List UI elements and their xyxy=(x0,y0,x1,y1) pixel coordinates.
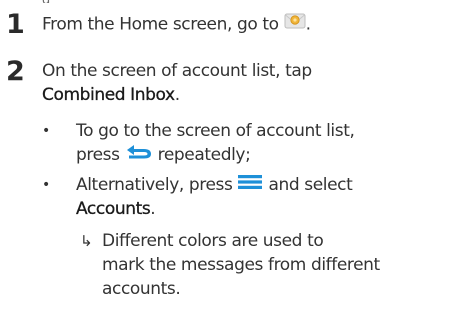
step-2-line-1: On the screen of account list, tap xyxy=(42,61,312,81)
combined-inbox-label: Combined Inbox xyxy=(42,85,175,105)
manual-page: g 1 From the Home screen, go to . 2 On t… xyxy=(0,0,457,309)
step-number: 2 xyxy=(6,56,25,87)
bullet-2-line-1: Alternatively, press and select xyxy=(76,173,353,197)
clipped-top-text: g xyxy=(42,0,102,3)
mail-app-icon xyxy=(284,12,306,37)
bullet-2-line-2-after: . xyxy=(150,199,156,219)
bullet-2-line-1-after: and select xyxy=(268,175,353,195)
menu-icon xyxy=(237,173,263,197)
bullet-2-line-2: Accounts. xyxy=(76,197,156,221)
bullet-dot: • xyxy=(42,123,51,139)
bullet-1-line-2: press repeatedly; xyxy=(76,143,251,167)
result-line-1: Different colors are used to xyxy=(102,231,324,251)
step-2-line-2: Combined Inbox. xyxy=(42,83,180,107)
step-2-line-2-after: . xyxy=(174,85,180,105)
step-1-text-before: From the Home screen, go to xyxy=(42,14,279,35)
accounts-label: Accounts xyxy=(76,199,151,219)
bullet-1-line-1: To go to the screen of account list, xyxy=(76,121,355,141)
result-line-2: mark the messages from different xyxy=(102,255,380,275)
back-arrow-icon xyxy=(125,143,153,167)
result-line-3: accounts. xyxy=(102,279,181,299)
step-1-text-after: . xyxy=(305,14,311,35)
step-2: 2 On the screen of account list, tap Com… xyxy=(0,54,457,114)
step-number: 1 xyxy=(6,9,25,40)
bullet-dot: • xyxy=(42,177,51,193)
bullet-1-line-2-after: repeatedly; xyxy=(157,145,251,165)
step-1: 1 From the Home screen, go to . xyxy=(0,8,457,38)
bullet-1-line-2-before: press xyxy=(76,145,120,165)
step-1-text: From the Home screen, go to . xyxy=(42,12,311,37)
result-arrow-icon: ↳ xyxy=(80,232,93,250)
bullet-2-line-1-before: Alternatively, press xyxy=(76,175,233,195)
